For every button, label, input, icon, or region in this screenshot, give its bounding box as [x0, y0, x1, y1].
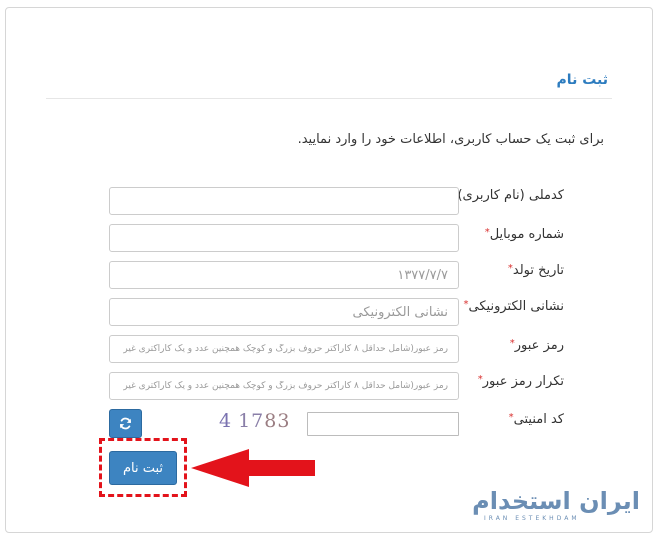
- national-code-input[interactable]: [109, 187, 459, 215]
- national-code-label-text: کدملی (نام کاربری): [457, 188, 564, 203]
- captcha-input[interactable]: [307, 412, 459, 436]
- password-label: رمز عبور*: [454, 338, 564, 353]
- email-label: نشانی الکترونیکی*: [454, 299, 564, 314]
- captcha-label: کد امنیتی*: [454, 412, 564, 427]
- captcha-image: 4 1783: [219, 410, 290, 432]
- captcha-digits-1: 4: [219, 410, 233, 432]
- pointer-arrow: [191, 449, 315, 487]
- mobile-label: شماره موبایل*: [454, 227, 564, 242]
- captcha-digits-3: 83: [264, 410, 291, 432]
- birth-date-label: تاریخ تولد*: [454, 263, 564, 278]
- birth-date-label-text: تاریخ تولد: [512, 263, 564, 278]
- password-label-text: رمز عبور: [514, 338, 564, 353]
- form-title: ثبت نام: [556, 72, 608, 88]
- form-intro-text: برای ثبت یک حساب کاربری، اطلاعات خود را …: [297, 132, 604, 147]
- password-repeat-label-text: تکرار رمز عبور: [482, 374, 564, 389]
- title-divider: [46, 98, 612, 99]
- birth-date-input[interactable]: [109, 261, 459, 289]
- logo-subtitle: IRAN ESTEKHDAM: [484, 515, 580, 522]
- submit-button[interactable]: ثبت نام: [109, 451, 177, 485]
- password-repeat-input[interactable]: [109, 372, 459, 400]
- captcha-label-text: کد امنیتی: [513, 412, 564, 427]
- mobile-label-text: شماره موبایل: [489, 227, 564, 242]
- mobile-input[interactable]: [109, 224, 459, 252]
- password-repeat-label: تکرار رمز عبور*: [454, 374, 564, 389]
- password-input[interactable]: [109, 335, 459, 363]
- iran-estekhdam-logo: ایران استخدام IRAN ESTEKHDAM: [470, 487, 641, 527]
- logo-wordmark: ایران استخدام: [472, 487, 641, 515]
- email-input[interactable]: [109, 298, 459, 326]
- captcha-refresh-button[interactable]: [109, 409, 142, 438]
- captcha-digits-2: 17: [238, 410, 265, 432]
- email-label-text: نشانی الکترونیکی: [468, 299, 564, 314]
- refresh-icon: [120, 417, 131, 430]
- national-code-label: کدملی (نام کاربری): [454, 188, 564, 203]
